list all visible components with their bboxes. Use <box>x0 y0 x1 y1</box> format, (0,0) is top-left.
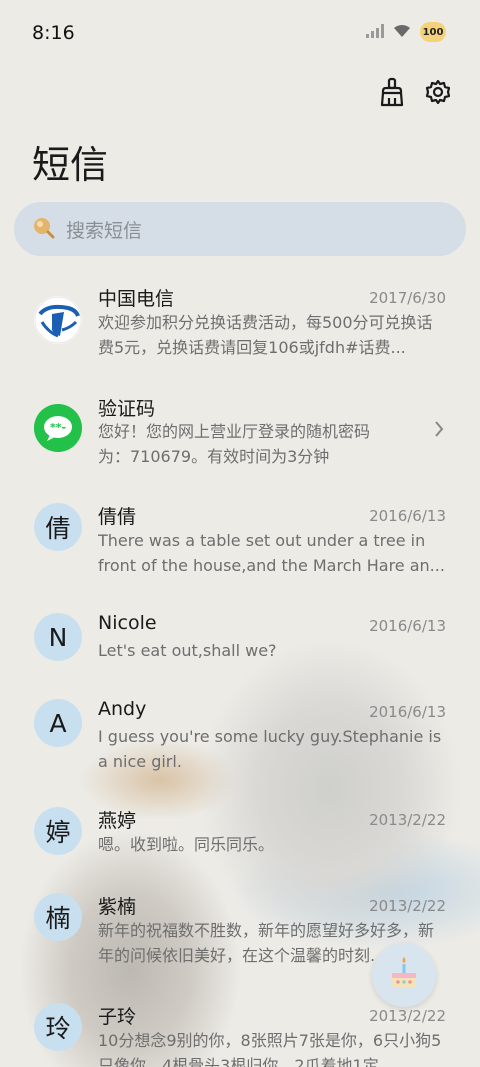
search-icon <box>30 214 56 244</box>
avatar: 楠 <box>34 893 82 941</box>
wifi-icon <box>392 23 412 42</box>
conversation-date: 2016/6/13 <box>369 507 446 525</box>
settings-button[interactable] <box>424 78 452 110</box>
conversation-name: Nicole <box>98 612 157 634</box>
conversation-name: Andy <box>98 698 147 720</box>
status-bar: 8:16 100 <box>0 0 480 68</box>
conversation-name: 验证码 <box>98 398 156 420</box>
conversation-preview: 您好！您的网上营业厅登录的随机密码为：710679。有效时间为3分钟 <box>98 422 371 466</box>
avatar: 婷 <box>34 807 82 855</box>
svg-text:**-: **- <box>50 421 66 434</box>
status-time: 8:16 <box>32 22 75 44</box>
gear-icon <box>425 79 451 109</box>
conversation-date: 2013/2/22 <box>369 811 446 829</box>
conversation-item[interactable]: 婷 燕婷 2013/2/22 嗯。收到啦。同乐同乐。 <box>0 806 480 880</box>
cleanup-button[interactable] <box>378 77 406 111</box>
avatar: N <box>34 613 82 661</box>
telecom-logo-icon <box>34 296 82 344</box>
conversation-date: 2016/6/13 <box>369 617 446 635</box>
avatar: 玲 <box>34 1003 82 1051</box>
conversation-name: 倩倩 <box>98 506 137 528</box>
conversation-item[interactable]: A Andy 2016/6/13 I guess you're some luc… <box>0 698 480 798</box>
page-title: 短信 <box>32 143 109 187</box>
conversation-name: 紫楠 <box>98 896 137 918</box>
broom-icon <box>379 77 405 111</box>
conversation-name: 子玲 <box>98 1006 137 1028</box>
search-placeholder: 搜索短信 <box>66 219 143 242</box>
conversation-preview: There was a table set out under a tree i… <box>98 531 445 575</box>
battery-indicator: 100 <box>420 22 446 42</box>
conversation-preview: I guess you're some lucky guy.Stephanie … <box>98 727 442 771</box>
conversation-item[interactable]: 倩 倩倩 2016/6/13 There was a table set out… <box>0 502 480 602</box>
status-icons: 100 <box>366 22 446 42</box>
compose-button[interactable] <box>372 943 436 1007</box>
conversation-preview: Let's eat out,shall we? <box>98 641 277 660</box>
conversation-preview: 欢迎参加积分兑换话费活动，每500分可兑换话费5元，兑换话费请回复106或jfd… <box>98 313 433 357</box>
conversation-date: 2016/6/13 <box>369 703 446 721</box>
avatar: A <box>34 699 82 747</box>
conversation-preview: 嗯。收到啦。同乐同乐。 <box>98 835 275 854</box>
avatar: 倩 <box>34 503 82 551</box>
search-bar[interactable]: 搜索短信 <box>14 202 466 256</box>
conversation-item[interactable]: 玲 子玲 2013/2/22 10分想念9别的你，8张照片7张是你，6只小狗5只… <box>0 1002 480 1067</box>
chevron-right-icon <box>434 420 444 442</box>
message-bubble-icon: **- <box>34 404 82 452</box>
conversation-date: 2013/2/22 <box>369 897 446 915</box>
conversation-preview: 10分想念9别的你，8张照片7张是你，6只小狗5只像你，4根骨头3根归你，2爪着… <box>98 1031 442 1067</box>
toolbar <box>378 77 452 111</box>
conversation-name: 燕婷 <box>98 810 137 832</box>
conversation-item[interactable]: N Nicole 2016/6/13 Let's eat out,shall w… <box>0 612 480 686</box>
conversation-item[interactable]: 中国电信 2017/6/30 欢迎参加积分兑换话费活动，每500分可兑换话费5元… <box>0 282 480 382</box>
conversation-item[interactable]: **- 验证码 您好！您的网上营业厅登录的随机密码为：710679。有效时间为3… <box>0 392 480 492</box>
conversation-name: 中国电信 <box>98 288 175 310</box>
conversation-date: 2017/6/30 <box>369 289 446 307</box>
signal-icon <box>366 23 384 42</box>
cake-icon <box>384 953 424 997</box>
conversation-date: 2013/2/22 <box>369 1007 446 1025</box>
